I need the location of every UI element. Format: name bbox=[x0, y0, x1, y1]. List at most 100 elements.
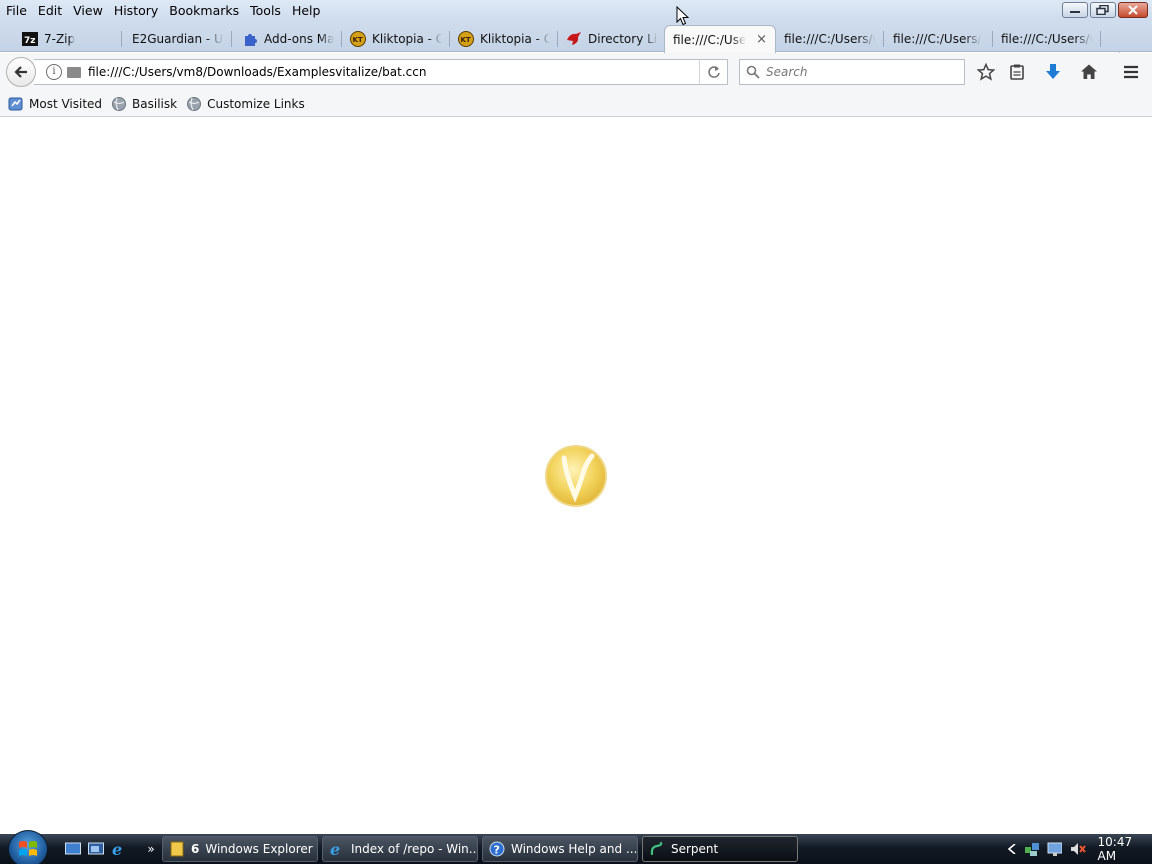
tab-separator bbox=[231, 31, 232, 47]
volume-muted-icon[interactable] bbox=[1070, 841, 1086, 857]
back-button[interactable] bbox=[6, 57, 36, 87]
tab-e2guardian[interactable]: E2Guardian - Ur bbox=[124, 26, 232, 52]
show-desktop-icon[interactable] bbox=[64, 841, 82, 857]
7zip-icon: 7z bbox=[22, 31, 38, 47]
tab-label: Add-ons Ma bbox=[264, 32, 334, 46]
tab-file-3[interactable]: file:///C:/Users/ bbox=[885, 26, 993, 52]
restore-button[interactable] bbox=[1090, 2, 1116, 18]
home-icon bbox=[1081, 64, 1097, 79]
bookmark-customize-links[interactable]: Customize Links bbox=[186, 96, 305, 112]
windows-logo-icon bbox=[19, 841, 37, 856]
close-icon bbox=[1128, 5, 1138, 15]
tab-label: Directory Lis bbox=[588, 32, 658, 46]
globe-icon bbox=[111, 96, 127, 112]
bookmark-label: Basilisk bbox=[132, 97, 178, 111]
windows-taskbar: e » 6 Windows Explorer e Index of /repo … bbox=[0, 830, 1152, 864]
menu-bar: File Edit View History Bookmarks Tools H… bbox=[0, 0, 1152, 22]
tab-bar: 7z 7-Zip E2Guardian - Ur Add-ons Ma KT K… bbox=[0, 22, 1152, 69]
start-button[interactable] bbox=[8, 830, 48, 864]
task-serpent[interactable]: Serpent bbox=[642, 836, 798, 862]
tab-label: file:///C:/Users/v bbox=[1001, 32, 1093, 46]
ie-icon: e bbox=[329, 841, 345, 857]
window-controls bbox=[1062, 2, 1148, 18]
tab-addons[interactable]: Add-ons Ma bbox=[234, 26, 342, 52]
info-icon[interactable]: i bbox=[46, 64, 62, 80]
page-icon bbox=[67, 66, 81, 78]
menu-edit[interactable]: Edit bbox=[32, 1, 67, 21]
puzzle-icon bbox=[242, 31, 258, 47]
download-arrow-icon bbox=[1046, 64, 1060, 79]
task-label: Serpent bbox=[671, 842, 719, 856]
tab-label: file:///C:/Use bbox=[673, 32, 747, 47]
help-icon: ? bbox=[489, 841, 505, 857]
chevron-left-icon[interactable] bbox=[1008, 844, 1016, 854]
bookmark-label: Most Visited bbox=[29, 97, 103, 111]
minimize-button[interactable] bbox=[1062, 2, 1088, 18]
tab-file-active[interactable]: file:///C:/Use × bbox=[664, 25, 776, 53]
network-icon[interactable] bbox=[1024, 841, 1039, 857]
tab-separator bbox=[121, 31, 122, 47]
svg-text:e: e bbox=[330, 841, 340, 857]
search-input[interactable]: Search bbox=[766, 65, 808, 79]
tab-label: file:///C:/Users/v bbox=[784, 32, 876, 46]
menu-tools[interactable]: Tools bbox=[244, 1, 286, 21]
mouse-cursor-icon bbox=[676, 6, 690, 26]
close-tab-icon[interactable]: × bbox=[756, 32, 767, 47]
svg-text:KT: KT bbox=[353, 36, 363, 44]
browser-window: File Edit View History Bookmarks Tools H… bbox=[0, 0, 1152, 864]
tab-label: 7-Zip bbox=[44, 32, 76, 46]
bookmark-star-button[interactable] bbox=[975, 61, 997, 83]
task-index-of-repo[interactable]: e Index of /repo - Win... bbox=[322, 836, 478, 862]
tab-kliktopia-2[interactable]: KT Kliktopia - G bbox=[450, 26, 558, 52]
bookmarks-menu-button[interactable] bbox=[1006, 61, 1028, 83]
tab-separator bbox=[883, 31, 884, 47]
search-bar[interactable]: Search bbox=[739, 59, 965, 85]
tab-file-4[interactable]: file:///C:/Users/v bbox=[993, 26, 1101, 52]
home-button[interactable] bbox=[1078, 61, 1100, 83]
bookmark-most-visited[interactable]: Most Visited bbox=[8, 96, 102, 112]
svg-text:KT: KT bbox=[461, 36, 471, 44]
tab-7zip[interactable]: 7z 7-Zip bbox=[14, 26, 122, 52]
tab-separator bbox=[1100, 31, 1101, 47]
task-label: Windows Explorer bbox=[205, 842, 313, 856]
task-windows-help[interactable]: ? Windows Help and ... bbox=[482, 836, 638, 862]
page-content bbox=[0, 118, 1152, 834]
tab-label: file:///C:/Users/ bbox=[893, 32, 982, 46]
task-windows-explorer[interactable]: 6 Windows Explorer bbox=[162, 836, 318, 862]
serpent-icon bbox=[649, 841, 665, 857]
most-visited-icon bbox=[8, 96, 24, 112]
monitor-icon[interactable] bbox=[1047, 841, 1063, 857]
svg-text:e: e bbox=[112, 841, 122, 857]
tab-label: E2Guardian - Ur bbox=[132, 32, 224, 46]
menu-bookmarks[interactable]: Bookmarks bbox=[163, 1, 244, 21]
tab-kliktopia-1[interactable]: KT Kliktopia - G bbox=[342, 26, 450, 52]
menu-history[interactable]: History bbox=[108, 1, 163, 21]
url-input[interactable]: file:///C:/Users/vm8/Downloads/Examplesv… bbox=[88, 65, 426, 79]
task-count: 6 bbox=[191, 842, 200, 856]
hamburger-icon bbox=[1124, 65, 1138, 79]
star-icon bbox=[977, 63, 995, 81]
menu-view[interactable]: View bbox=[67, 1, 108, 21]
tab-label: Kliktopia - G bbox=[372, 32, 442, 46]
bookmarks-toolbar: Most Visited Basilisk Customize Links bbox=[0, 92, 1152, 117]
bookmark-basilisk[interactable]: Basilisk bbox=[111, 96, 177, 112]
url-bar[interactable]: i file:///C:/Users/vm8/Downloads/Example… bbox=[34, 59, 728, 85]
quicklaunch-more-icon[interactable]: » bbox=[142, 841, 160, 857]
vitalize-logo-icon bbox=[545, 445, 607, 507]
tab-directory-listing[interactable]: Directory Lis bbox=[558, 26, 666, 52]
clock[interactable]: 10:47 AM bbox=[1098, 835, 1152, 863]
search-icon bbox=[746, 65, 760, 79]
close-window-button[interactable] bbox=[1118, 2, 1148, 18]
downloads-button[interactable] bbox=[1042, 61, 1064, 83]
minimize-icon bbox=[1070, 11, 1080, 13]
menu-help[interactable]: Help bbox=[286, 1, 326, 21]
tab-label: Kliktopia - G bbox=[480, 32, 550, 46]
tab-file-2[interactable]: file:///C:/Users/v bbox=[776, 26, 884, 52]
menu-file[interactable]: File bbox=[0, 1, 32, 21]
globe-icon bbox=[186, 96, 202, 112]
reload-button[interactable] bbox=[699, 60, 727, 84]
switch-windows-icon[interactable] bbox=[87, 841, 105, 857]
main-menu-button[interactable] bbox=[1120, 61, 1142, 83]
system-tray: 10:47 AM bbox=[1000, 834, 1152, 864]
internet-explorer-icon[interactable]: e bbox=[110, 841, 128, 857]
